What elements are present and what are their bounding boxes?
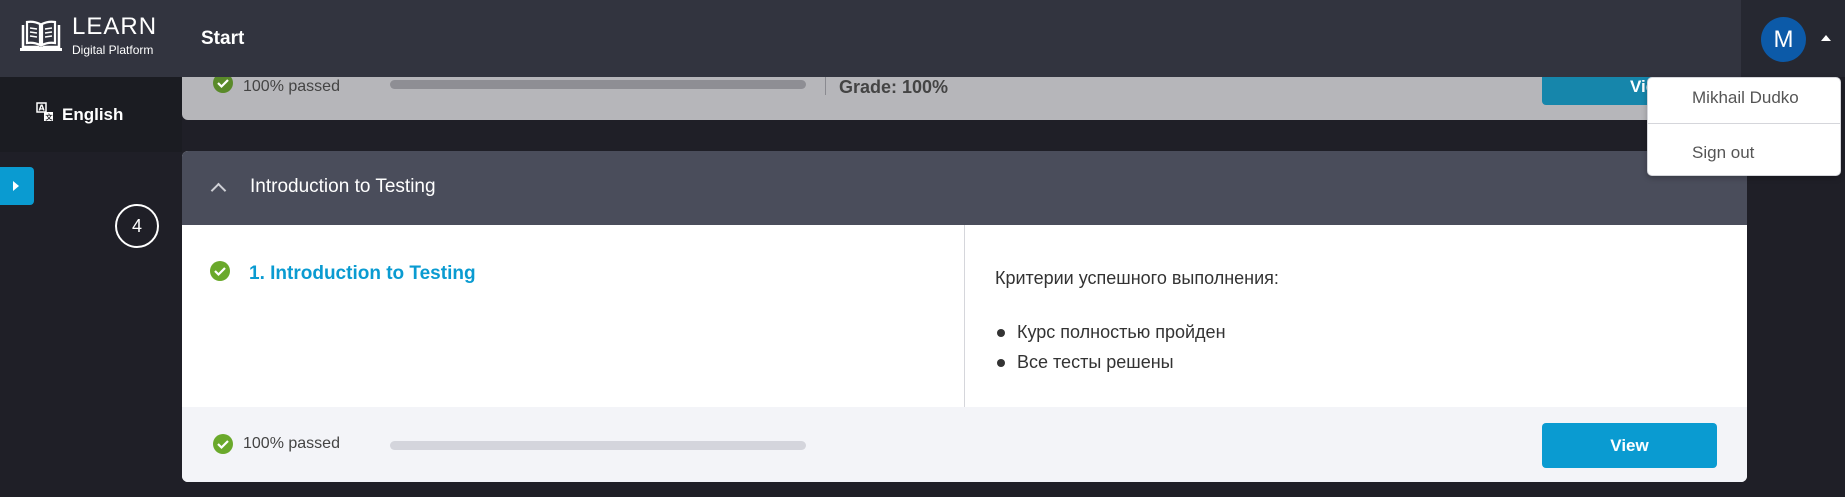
criteria-item: Курс полностью пройден	[995, 317, 1226, 347]
language-label: English	[62, 104, 124, 124]
top-header: LEARN Digital Platform Start M	[0, 0, 1845, 77]
divider	[825, 77, 826, 95]
user-dropdown-menu: Mikhail Dudko Sign out	[1647, 77, 1841, 176]
check-circle-icon	[212, 77, 234, 99]
module-title: Introduction to Testing	[250, 176, 436, 197]
view-button[interactable]: View	[1542, 423, 1717, 468]
sidebar-toggle-button[interactable]	[0, 167, 34, 205]
logo[interactable]: LEARN Digital Platform	[20, 14, 157, 58]
criteria-list: Курс полностью пройден Все тесты решены	[995, 317, 1226, 377]
user-name-item[interactable]: Mikhail Dudko	[1692, 88, 1799, 108]
language-selector[interactable]: A 文 English	[36, 102, 123, 127]
lesson-link[interactable]: 1. Introduction to Testing	[249, 263, 476, 285]
user-area: M	[1741, 0, 1845, 77]
menu-divider	[1648, 123, 1840, 124]
previous-module-card: 100% passed Grade: 100% View	[182, 77, 1747, 120]
previous-progress-bar	[390, 80, 806, 89]
logo-subtitle: Digital Platform	[72, 43, 154, 57]
criteria-title: Критерии успешного выполнения:	[995, 268, 1279, 288]
translate-icon: A 文	[36, 102, 62, 127]
svg-text:文: 文	[46, 113, 54, 122]
module-card: Introduction to Testing 1. Introduction …	[182, 151, 1747, 482]
nav-start-link[interactable]: Start	[201, 28, 244, 50]
passed-text: 100% passed	[243, 435, 340, 452]
logo-title: LEARN	[72, 13, 158, 40]
logo-text: LEARN Digital Platform	[72, 14, 157, 58]
module-card-header[interactable]: Introduction to Testing	[182, 151, 1747, 225]
lesson-item[interactable]: 1. Introduction to Testing	[209, 260, 476, 287]
check-circle-icon	[212, 433, 234, 460]
svg-text:A: A	[39, 104, 46, 113]
criteria-column: Критерии успешного выполнения: Курс полн…	[964, 225, 1747, 407]
progress-bar	[390, 441, 806, 450]
caret-up-icon[interactable]	[1821, 35, 1831, 41]
module-card-footer: 100% passed View	[182, 407, 1747, 482]
criteria-item: Все тесты решены	[995, 347, 1226, 377]
lessons-column: 1. Introduction to Testing	[182, 225, 964, 407]
previous-passed-text: 100% passed	[243, 78, 340, 95]
sign-out-item[interactable]: Sign out	[1692, 143, 1754, 163]
check-circle-icon	[209, 260, 231, 287]
book-logo-icon	[20, 19, 62, 53]
step-number-badge: 4	[115, 204, 159, 248]
avatar[interactable]: M	[1761, 17, 1806, 62]
previous-grade-text: Grade: 100%	[839, 77, 949, 97]
chevron-up-icon[interactable]	[210, 182, 227, 199]
